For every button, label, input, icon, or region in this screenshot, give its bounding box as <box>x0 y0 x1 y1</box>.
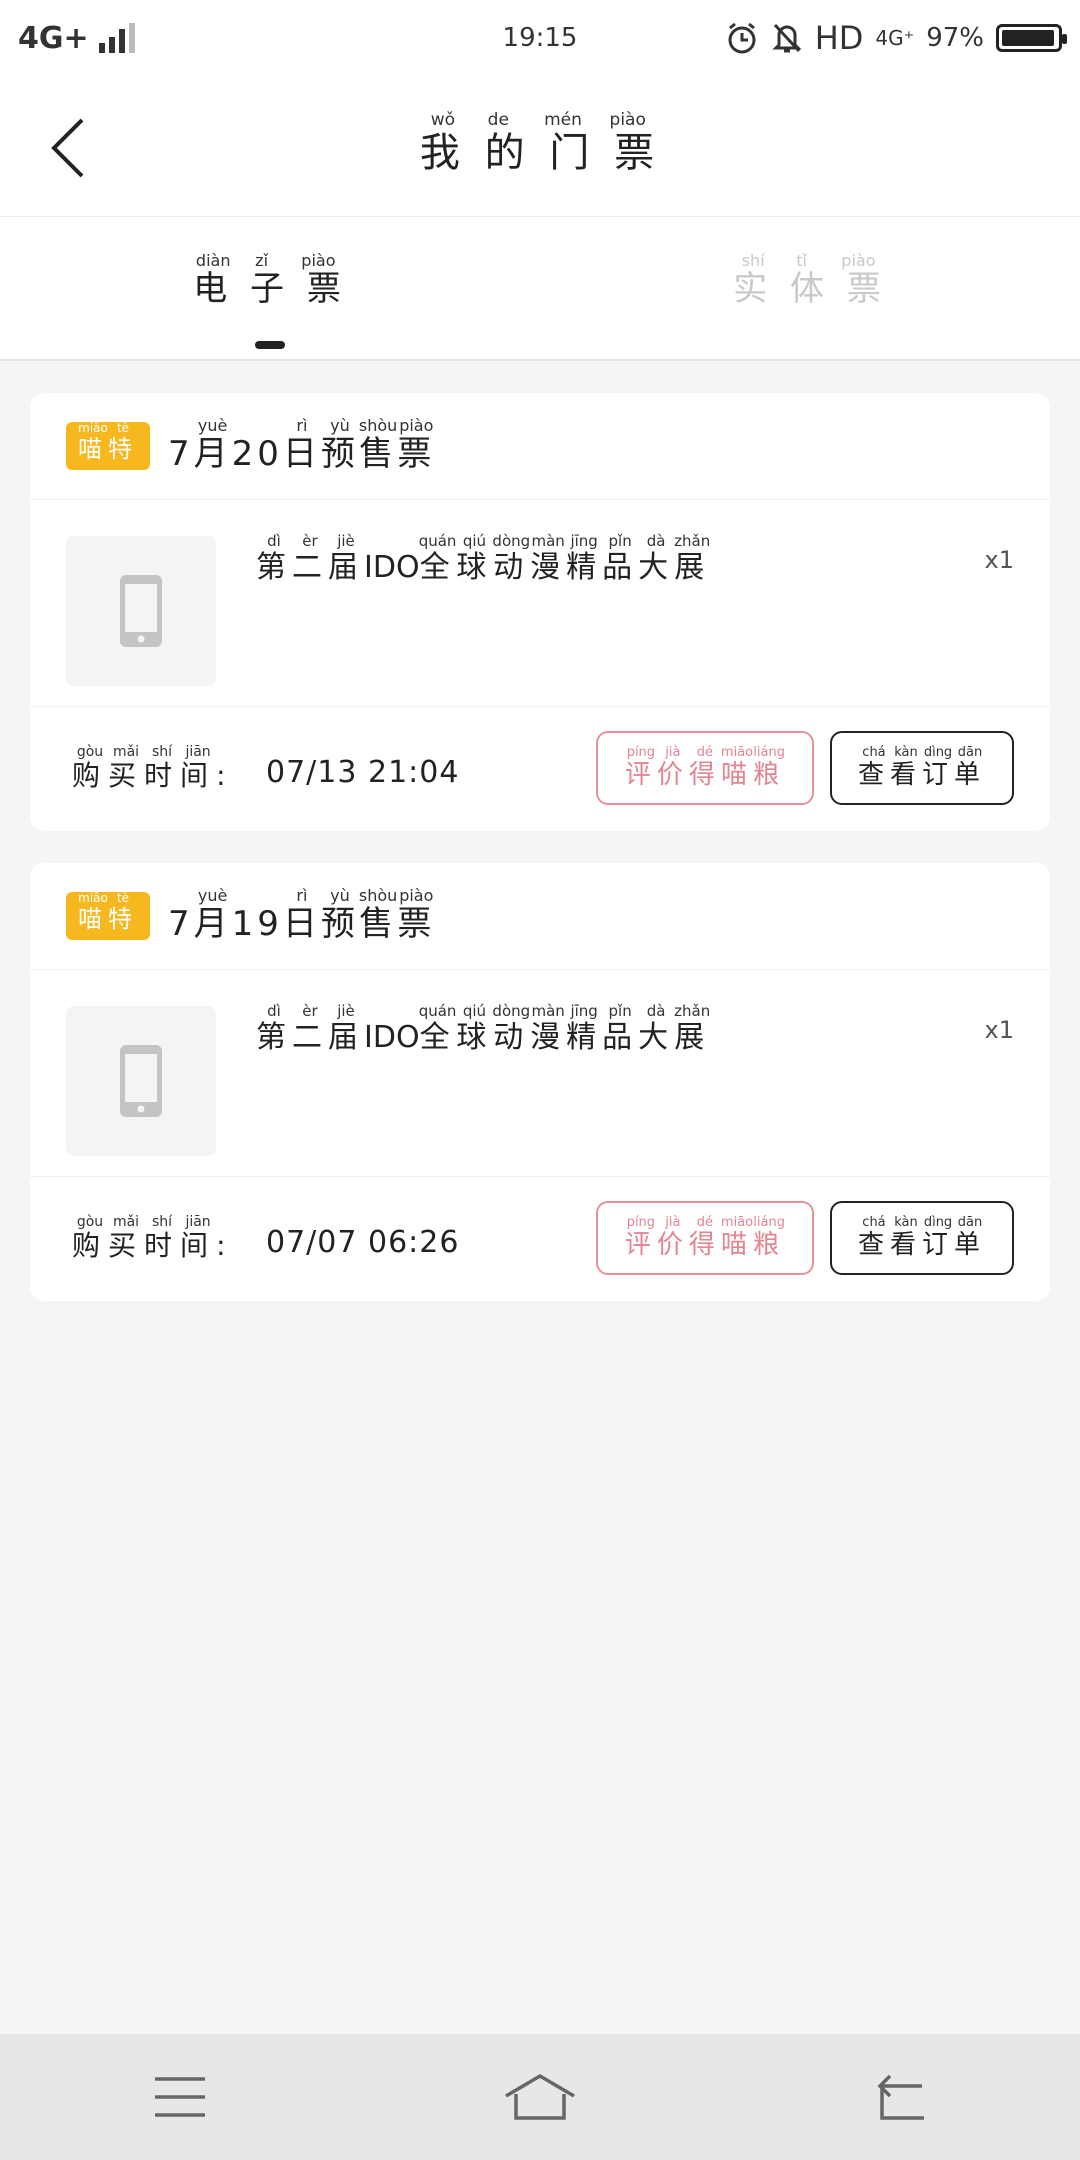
ticket-card-footer: 购gòu买mǎi时shí间jiān: 07/13 21:04 评píng价jià… <box>30 707 1050 831</box>
status-bar: 4G+ 19:15 HD 4G⁺ 97% <box>0 0 1080 76</box>
tab-physical-ticket[interactable]: 实shí 体tǐ 票piào <box>540 217 1080 359</box>
review-button[interactable]: 评píng价jià得dé喵miāo粮liáng <box>596 1201 814 1275</box>
ticket-quantity: x1 <box>984 546 1014 574</box>
alarm-icon <box>728 22 756 54</box>
return-button[interactable] <box>855 2062 945 2132</box>
ticket-quantity: x1 <box>984 1016 1014 1044</box>
phone-placeholder-icon <box>120 1045 162 1117</box>
purchase-time-value: 07/13 21:04 <box>266 755 460 790</box>
system-nav-bar <box>0 2034 1080 2160</box>
home-icon <box>505 2073 575 2120</box>
view-order-button[interactable]: 查chá看kàn订dìng单dān <box>830 1201 1014 1275</box>
ticket-tabs: 电diàn 子zǐ 票piào 实shí 体tǐ 票piào <box>0 217 1080 361</box>
event-thumbnail <box>66 1006 216 1156</box>
bell-off-icon <box>772 23 802 53</box>
phone-placeholder-icon <box>120 575 162 647</box>
data-label: 4G⁺ <box>875 26 915 50</box>
ticket-card-header: 喵miāo特tè 7月yuè20日rì预yù售shòu票piào <box>30 393 1050 500</box>
ticket-card[interactable]: 喵miāo特tè 7月yuè19日rì预yù售shòu票piào 第dì二èr届… <box>30 863 1050 1301</box>
network-label: 4G+ <box>18 20 89 56</box>
battery-icon <box>996 24 1067 52</box>
event-name: 第dì二èr届jièIDO全quán球qiú动dòng漫màn精jīng品pǐn… <box>256 1002 711 1055</box>
presale-date: 7月yuè19日rì预yù售shòu票piào <box>168 885 436 944</box>
signal-icon <box>98 23 135 53</box>
ticket-card-header: 喵miāo特tè 7月yuè19日rì预yù售shòu票piào <box>30 863 1050 970</box>
ticket-card[interactable]: 喵miāo特tè 7月yuè20日rì预yù售shòu票piào 第dì二èr届… <box>30 393 1050 831</box>
network-indicator: 4G+ <box>18 21 135 56</box>
view-order-button[interactable]: 查chá看kàn订dìng单dān <box>830 731 1014 805</box>
status-icons: HD 4G⁺ 97% <box>725 19 1067 57</box>
battery-percent: 97% <box>926 23 984 53</box>
presale-date: 7月yuè20日rì预yù售shòu票piào <box>168 415 436 474</box>
purchase-time-label: 购gòu买mǎi时shí间jiān: <box>72 744 234 792</box>
event-name: 第dì二èr届jièIDO全quán球qiú动dòng漫màn精jīng品pǐn… <box>256 532 711 585</box>
active-tab-indicator <box>255 341 285 349</box>
tab-electronic-ticket[interactable]: 电diàn 子zǐ 票piào <box>0 217 540 359</box>
home-button[interactable] <box>495 2062 585 2132</box>
review-button[interactable]: 评píng价jià得dé喵miāo粮liáng <box>596 731 814 805</box>
purchase-time-value: 07/07 06:26 <box>266 1225 460 1260</box>
return-icon <box>877 2074 924 2120</box>
purchase-time-label: 购gòu买mǎi时shí间jiān: <box>72 1214 234 1262</box>
menu-icon <box>155 2077 205 2117</box>
ticket-card-body: 第dì二èr届jièIDO全quán球qiú动dòng漫màn精jīng品pǐn… <box>30 970 1050 1177</box>
page-title: 我wǒ 的de 门mén 票piào <box>419 110 661 176</box>
event-thumbnail <box>66 536 216 686</box>
menu-button[interactable] <box>135 2062 225 2132</box>
header: 我wǒ 的de 门mén 票piào <box>0 76 1080 217</box>
miaote-badge: 喵miāo特tè <box>66 421 150 470</box>
ticket-card-footer: 购gòu买mǎi时shí间jiān: 07/07 06:26 评píng价jià… <box>30 1177 1050 1301</box>
ticket-card-body: 第dì二èr届jièIDO全quán球qiú动dòng漫màn精jīng品pǐn… <box>30 500 1050 707</box>
hd-label: HD <box>814 19 864 57</box>
clock: 19:15 <box>502 23 578 53</box>
miaote-badge: 喵miāo特tè <box>66 891 150 940</box>
